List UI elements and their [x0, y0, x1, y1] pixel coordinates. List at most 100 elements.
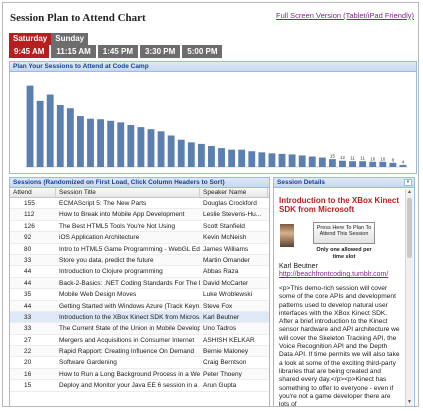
chart-panel-title: Plan Your Sessions to Attend at Code Cam… — [13, 63, 149, 70]
chart-bar[interactable] — [56, 105, 64, 167]
column-header-session-title[interactable]: Session Title — [56, 188, 200, 197]
chart-bar[interactable] — [339, 160, 346, 167]
chart-data-label: 12 — [340, 155, 346, 160]
tab-time-1115am[interactable]: 11:15 AM — [51, 45, 96, 58]
chart-bar[interactable] — [36, 100, 44, 167]
scroll-thumb[interactable] — [407, 198, 412, 258]
cell-session-title: Introduction to Clojure programming — [59, 268, 163, 276]
cell-attend: 155 — [24, 200, 35, 207]
tab-sunday[interactable]: Sunday — [51, 33, 89, 45]
table-row[interactable]: 35 Mobile Web Design Moves Luke Wroblewski — [10, 289, 269, 301]
table-row[interactable]: 15 Deploy and Monitor your Java EE 6 sess… — [10, 380, 269, 392]
cell-session-title: ECMAScript 5: The New Parts — [59, 200, 147, 207]
cell-attend: 15 — [24, 382, 32, 390]
plan-to-attend-button[interactable]: Press Here To Plan To Attend This Sessio… — [313, 222, 375, 244]
chart-bar[interactable] — [228, 149, 236, 167]
chart-bar[interactable] — [328, 159, 336, 168]
cell-speaker-name: Arun Gupta — [203, 382, 237, 390]
column-header-attend[interactable]: Attend — [10, 188, 56, 197]
chart-bar[interactable] — [77, 116, 84, 167]
table-row[interactable]: 33 The Current State of the Union in Mobi… — [10, 323, 269, 335]
details-scrollbar[interactable]: ▲ ▼ — [405, 189, 413, 406]
chart-bar[interactable] — [379, 161, 387, 167]
chart-bar[interactable] — [87, 118, 94, 167]
cell-session-title: The Current State of the Union in Mobile… — [59, 325, 200, 333]
chart-bar[interactable] — [167, 135, 175, 168]
tab-time-945am[interactable]: 9:45 AM — [9, 45, 50, 58]
cell-attend: 33 — [24, 256, 32, 264]
chart-bar[interactable] — [127, 125, 135, 167]
table-row[interactable]: 33 Introduction to the XBox Kinect SDK fr… — [10, 311, 269, 324]
chart-bar[interactable] — [147, 129, 155, 167]
scroll-down-icon[interactable]: ▼ — [406, 399, 413, 406]
cell-attend: 20 — [24, 359, 32, 367]
table-row[interactable]: 44 Back-2-Basics: .NET Coding Standards F… — [10, 277, 269, 290]
chart-bar[interactable] — [177, 139, 185, 167]
chart-bar[interactable] — [97, 119, 105, 167]
table-row[interactable]: 112 How to Break into Mobile App Developm… — [10, 209, 269, 221]
cell-session-title: Mobile Web Design Moves — [59, 291, 137, 299]
table-row[interactable]: 16 How to Run a Long Background Process i… — [10, 368, 269, 381]
page-title: Session Plan to Attend Chart — [10, 12, 146, 24]
cell-attend: 92 — [24, 234, 32, 242]
chart-bar[interactable] — [359, 161, 367, 167]
details-panel-title: Session Details — [277, 179, 326, 186]
cell-session-title: The Best HTML5 Tools You're Not Using — [59, 222, 176, 230]
chart-bar[interactable] — [218, 148, 225, 167]
chart-bar[interactable] — [288, 154, 296, 167]
sessions-panel-title: Sessions (Randomized on First Load, Clic… — [13, 179, 225, 186]
chart-bar[interactable] — [157, 131, 165, 167]
chart-bar[interactable] — [318, 157, 326, 167]
chart-bar[interactable] — [238, 149, 246, 167]
speaker-link[interactable]: http://beachfrontcoding.tumblr.com/ — [279, 271, 388, 278]
chart-data-label: 11 — [360, 156, 365, 161]
sessions-panel: Sessions (Randomized on First Load, Clic… — [9, 177, 270, 406]
table-row[interactable]: 92 iOS Application Architecture Kevin McNe… — [10, 232, 269, 244]
scroll-up-icon[interactable]: ▲ — [406, 189, 413, 196]
chart-bar[interactable] — [197, 143, 205, 167]
chart-bar[interactable] — [26, 85, 34, 168]
cell-attend: 33 — [24, 313, 32, 321]
chart-bar[interactable] — [278, 153, 286, 168]
chart-bar[interactable] — [117, 122, 125, 168]
cell-session-title: Rapid Rapport: Creating Influence On Dem… — [59, 348, 195, 356]
tab-saturday[interactable]: Saturday — [9, 33, 52, 45]
chart-bar[interactable] — [137, 127, 145, 167]
cell-speaker-name: David McCarter — [203, 279, 249, 287]
chart-bar[interactable] — [389, 162, 397, 167]
chart-bar[interactable] — [268, 153, 276, 167]
cell-speaker-name: Leslie Stevens-Hu... — [203, 211, 262, 219]
cell-attend: 22 — [24, 348, 32, 356]
cell-speaker-name: Douglas Crockford — [203, 200, 257, 207]
chart-bar[interactable] — [46, 94, 54, 167]
tab-time-330pm[interactable]: 3:30 PM — [140, 45, 181, 58]
table-row[interactable]: 155 ECMAScript 5: The New Parts Douglas Cr… — [10, 198, 269, 210]
chart-bar[interactable] — [66, 108, 74, 167]
chart-bar[interactable] — [107, 120, 115, 167]
chart-bar[interactable] — [298, 155, 306, 167]
table-row[interactable]: 44 Getting Started with Windows Azure (Tr… — [10, 300, 269, 312]
tab-time-500pm[interactable]: 5:00 PM — [182, 45, 223, 58]
table-row[interactable]: 80 Intro to HTML5 Game Programming - WebG… — [10, 244, 269, 255]
cell-session-title: How to Run a Long Background Process in … — [59, 370, 200, 378]
chart-bar[interactable] — [308, 156, 316, 168]
chart-data-label: 10 — [380, 156, 386, 161]
chart-bar[interactable] — [258, 152, 266, 167]
table-row[interactable]: 27 Mergers and Acquisitions in Consumer I… — [10, 335, 269, 347]
chart-bar[interactable] — [208, 146, 215, 167]
table-row[interactable]: 33 Store you data, predict the future Mart… — [10, 254, 269, 267]
chart-bar[interactable] — [349, 161, 356, 167]
tab-time-145pm[interactable]: 1:45 PM — [97, 45, 139, 58]
chart-bar[interactable] — [369, 161, 377, 167]
cell-speaker-name: Kevin McNeish — [203, 234, 247, 242]
chart-bar[interactable] — [399, 164, 407, 167]
fullscreen-link[interactable]: Full Screen Version (Tablet/iPad Friendl… — [276, 11, 414, 20]
table-row[interactable]: 44 Introduction to Clojure programming Abb… — [10, 266, 269, 278]
table-row[interactable]: 22 Rapid Rapport: Creating Influence On D… — [10, 346, 269, 358]
chart-bar[interactable] — [187, 142, 195, 168]
table-row[interactable]: 126 The Best HTML5 Tools You're Not Using… — [10, 221, 269, 233]
collapse-icon[interactable]: » — [404, 179, 412, 186]
column-header-speaker-name[interactable]: Speaker Name — [200, 188, 268, 197]
chart-bar[interactable] — [248, 151, 256, 167]
table-row[interactable]: 20 Software Gardening Craig Berntson — [10, 357, 269, 369]
